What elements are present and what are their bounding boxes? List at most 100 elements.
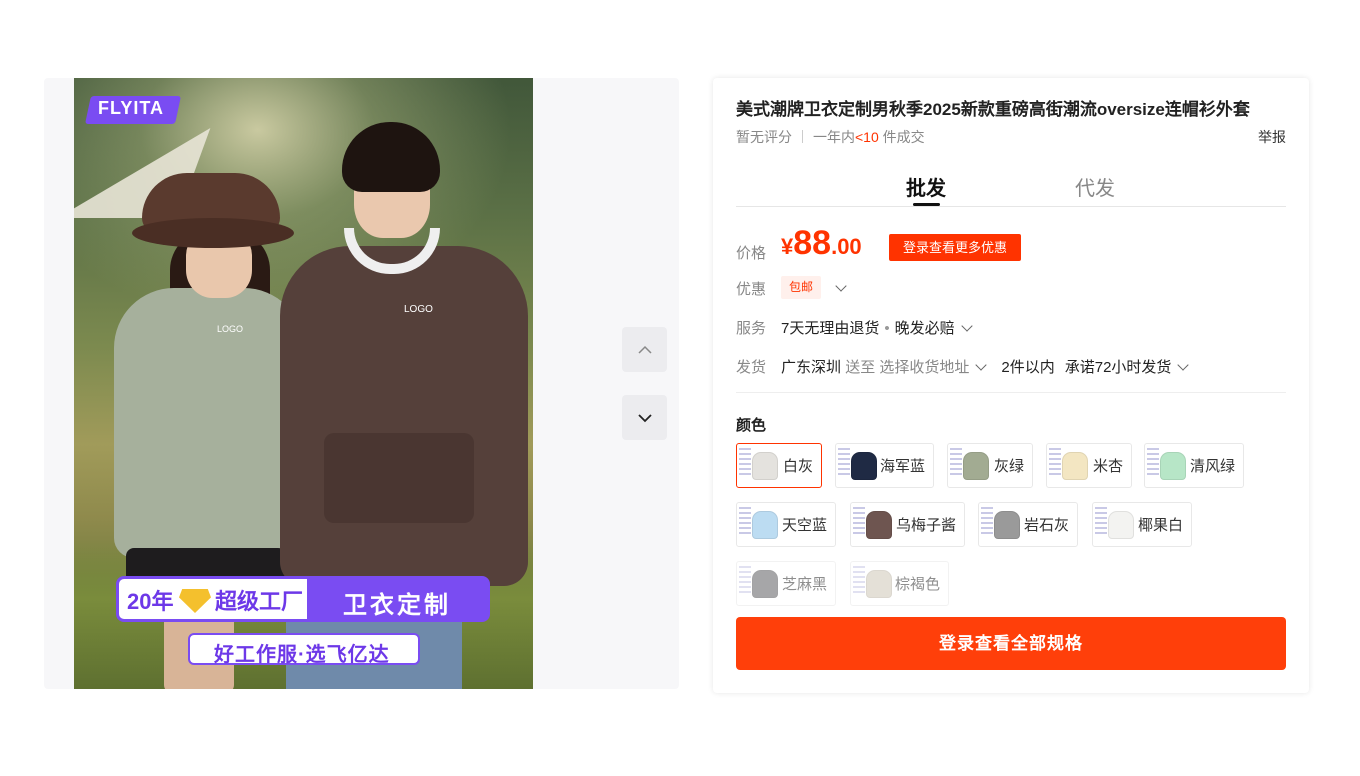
- shipping-promise-text: 承诺72小时发货: [1064, 359, 1172, 376]
- promo-banner-factory: 20年 超级工厂 卫衣定制: [116, 576, 490, 622]
- garment-logo-left: LOGO: [217, 324, 244, 334]
- size-card-graphic: [739, 566, 751, 596]
- promotion-expand-button[interactable]: [829, 278, 847, 297]
- banner-factory-text: 超级工厂: [215, 589, 304, 614]
- size-card-graphic: [981, 507, 993, 537]
- color-swatch-label: 棕褐色: [894, 576, 940, 593]
- color-swatch-label: 白灰: [782, 458, 813, 475]
- shipping-promise-dropdown[interactable]: 承诺72小时发货: [1064, 359, 1190, 376]
- color-swatch-label: 乌梅子酱: [895, 517, 956, 534]
- sales-prefix: 一年内: [813, 129, 855, 145]
- model-girl-hoodie: [114, 288, 304, 558]
- color-swatch-label: 海军蓝: [879, 458, 925, 475]
- color-swatch[interactable]: 米杏: [1046, 443, 1132, 488]
- size-card-graphic: [853, 566, 865, 596]
- color-thumbnail: [853, 505, 892, 544]
- gallery-prev-button[interactable]: [622, 327, 667, 372]
- size-card-graphic: [739, 507, 751, 537]
- rating-text: 暂无评分: [736, 129, 792, 145]
- color-swatch[interactable]: 白灰: [736, 443, 822, 488]
- shipping-to: 送至: [845, 359, 876, 376]
- color-thumbnail: [950, 446, 990, 485]
- shipping-address-select[interactable]: 选择收货地址: [879, 359, 988, 376]
- color-swatch-label: 芝麻黑: [781, 576, 827, 593]
- brand-badge-text: FLYITA: [98, 98, 165, 118]
- size-card-graphic: [838, 448, 850, 478]
- shipping-origin: 广东深圳: [781, 359, 842, 376]
- shipping-quantity: 2件以内: [1001, 359, 1055, 376]
- chevron-down-icon: [960, 320, 973, 332]
- color-thumbnail: [739, 446, 779, 485]
- model-girl-hat-brim: [132, 218, 294, 248]
- product-title: 美式潮牌卫衣定制男秋季2025新款重磅高街潮流oversize连帽衫外套: [736, 100, 1250, 119]
- chevron-down-icon: [1177, 359, 1190, 371]
- color-thumbnail: [853, 564, 892, 603]
- color-section-title: 颜色: [736, 417, 767, 434]
- hoodie-thumbnail: [752, 570, 778, 598]
- color-swatch[interactable]: 芝麻黑: [736, 561, 836, 606]
- tab-wholesale[interactable]: 批发: [906, 172, 946, 201]
- price-integer: 88: [793, 224, 832, 262]
- hoodie-thumbnail: [866, 570, 892, 598]
- model-boy-pocket: [324, 433, 474, 523]
- login-view-all-specs-button[interactable]: 登录查看全部规格: [736, 617, 1286, 670]
- hoodie-thumbnail: [1062, 452, 1088, 480]
- chevron-down-icon: [835, 280, 847, 292]
- report-link[interactable]: 举报: [1258, 127, 1286, 147]
- color-thumbnail: [1095, 505, 1134, 544]
- hoodie-thumbnail: [866, 511, 892, 539]
- product-info-panel: 美式潮牌卫衣定制男秋季2025新款重磅高街潮流oversize连帽衫外套 暂无评…: [713, 78, 1309, 693]
- color-swatch[interactable]: 海军蓝: [835, 443, 934, 488]
- price-label: 价格: [736, 245, 767, 262]
- color-thumbnail: [739, 564, 778, 603]
- color-swatch[interactable]: 天空蓝: [736, 502, 836, 547]
- banner-years: 20年: [127, 584, 173, 616]
- banner-custom-box: 卫衣定制: [307, 579, 489, 619]
- chevron-down-icon: [637, 413, 652, 422]
- product-page: LOGO LOGO FLYITA 20年 超级工厂 卫衣定制 好工作服·选飞亿达…: [0, 0, 1360, 776]
- main-product-image[interactable]: LOGO LOGO FLYITA 20年 超级工厂 卫衣定制 好工作服·选飞亿达: [74, 78, 533, 689]
- color-thumbnail: [838, 446, 877, 485]
- login-more-deals-button[interactable]: 登录查看更多优惠: [889, 234, 1021, 261]
- free-shipping-tag: 包邮: [781, 276, 822, 299]
- tab-active-indicator: [913, 203, 940, 206]
- service-dot: •: [884, 320, 890, 337]
- color-swatch-label: 椰果白: [1137, 517, 1183, 534]
- color-swatch[interactable]: 棕褐色: [850, 561, 949, 606]
- size-card-graphic: [739, 448, 751, 478]
- service-return: 7天无理由退货: [781, 320, 880, 337]
- hoodie-thumbnail: [994, 511, 1020, 539]
- color-swatch-label: 岩石灰: [1023, 517, 1069, 534]
- promo-banner-slogan: 好工作服·选飞亿达: [188, 633, 420, 666]
- service-late-compensation: 晚发必赔: [894, 320, 955, 337]
- size-card-graphic: [853, 507, 865, 537]
- gallery-next-button[interactable]: [622, 395, 667, 440]
- color-swatch[interactable]: 清风绿: [1144, 443, 1244, 488]
- image-gallery: LOGO LOGO FLYITA 20年 超级工厂 卫衣定制 好工作服·选飞亿达: [44, 78, 679, 689]
- model-boy-hoodie: [280, 246, 528, 586]
- section-divider: [736, 392, 1286, 393]
- promotion-label: 优惠: [736, 281, 767, 298]
- shipping-address-text: 选择收货地址: [879, 359, 970, 376]
- color-thumbnail: [739, 505, 778, 544]
- service-dropdown[interactable]: 7天无理由退货 • 晚发必赔: [781, 317, 973, 338]
- color-swatch[interactable]: 岩石灰: [978, 502, 1078, 547]
- size-card-graphic: [1147, 448, 1159, 478]
- purchase-mode-tabs: 批发 代发: [736, 170, 1286, 207]
- color-swatch-label: 清风绿: [1189, 458, 1235, 475]
- color-swatch[interactable]: 乌梅子酱: [850, 502, 965, 547]
- hoodie-thumbnail: [752, 452, 778, 480]
- color-thumbnail: [1147, 446, 1186, 485]
- color-swatch[interactable]: 灰绿: [947, 443, 1033, 488]
- price-symbol: ¥: [781, 234, 794, 259]
- color-swatch-label: 天空蓝: [781, 517, 827, 534]
- size-card-graphic: [950, 448, 962, 478]
- size-card-graphic: [1049, 448, 1061, 478]
- color-swatch[interactable]: 椰果白: [1092, 502, 1192, 547]
- banner-slogan-text: 好工作服·选飞亿达: [214, 644, 390, 666]
- sales-count: <10: [855, 129, 879, 145]
- sales-suffix: 件成交: [882, 129, 925, 145]
- color-swatch-label: 灰绿: [993, 458, 1024, 475]
- tab-dropship[interactable]: 代发: [1075, 172, 1115, 201]
- product-meta: 暂无评分 一年内<10 件成交: [736, 127, 925, 147]
